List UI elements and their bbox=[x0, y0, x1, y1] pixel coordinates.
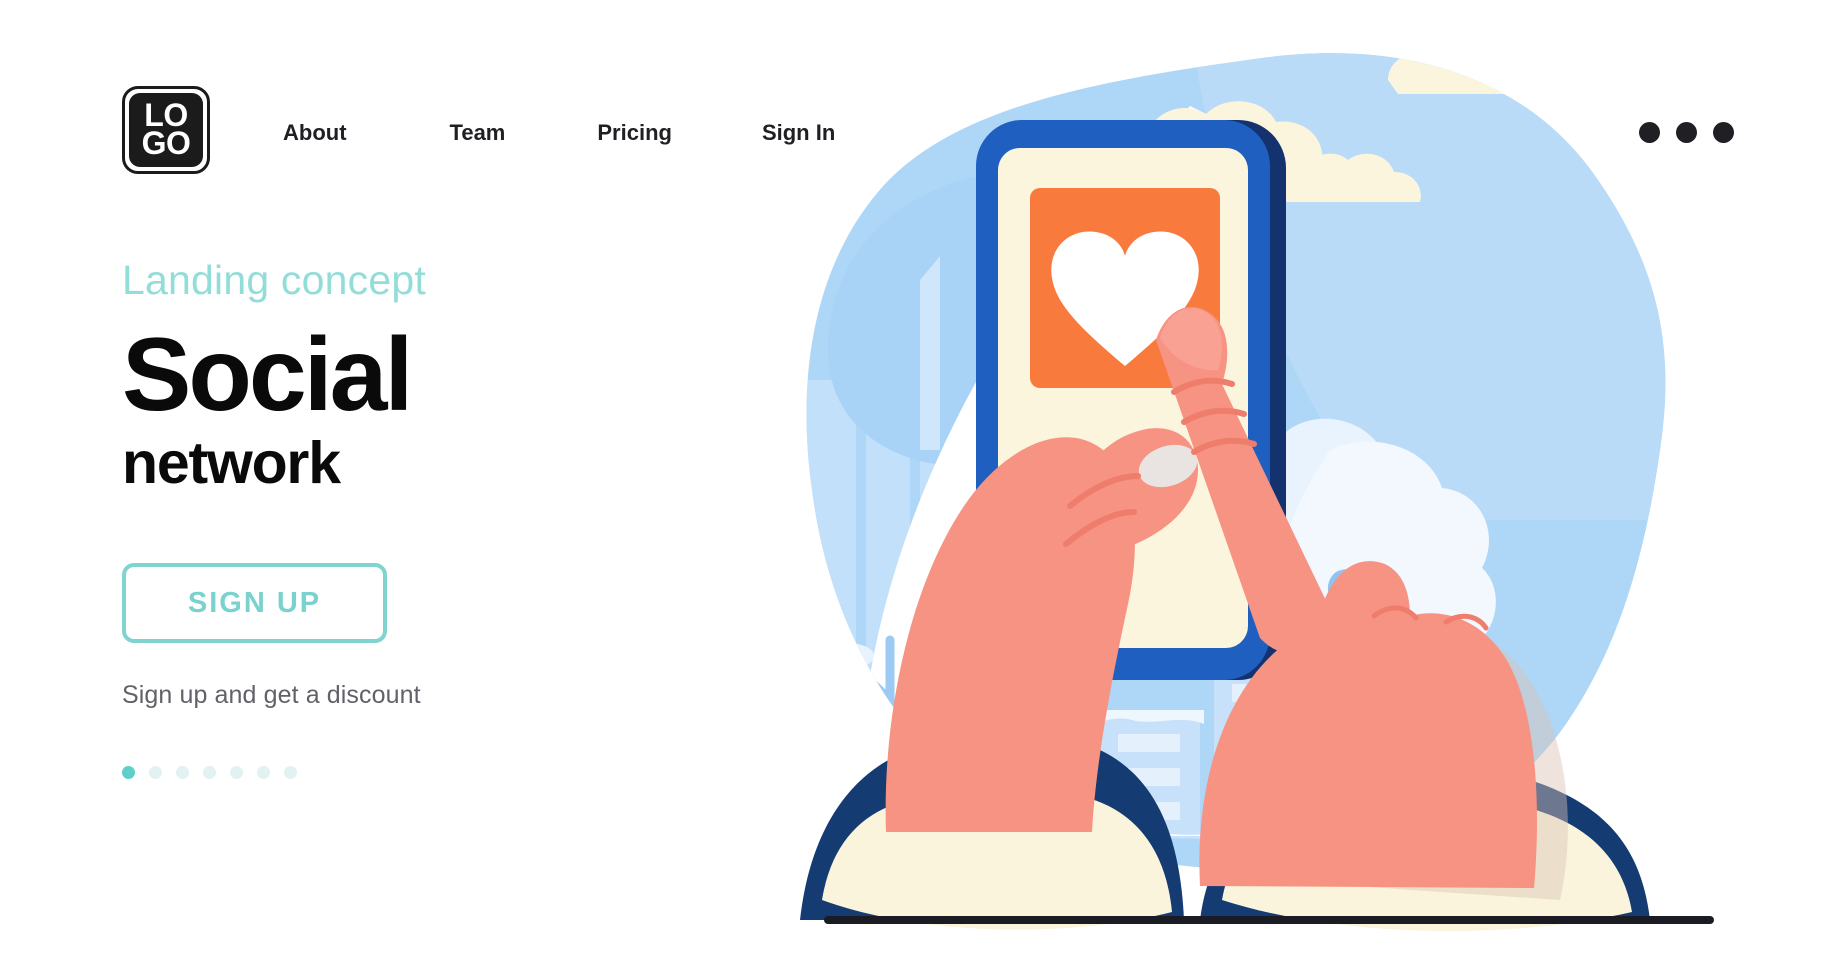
carousel-dot-5[interactable] bbox=[230, 766, 243, 780]
hero-illustration bbox=[770, 20, 1770, 960]
carousel-dot-1[interactable] bbox=[122, 766, 135, 780]
discount-note: Sign up and get a discount bbox=[122, 681, 421, 710]
sign-up-button[interactable]: SIGN UP bbox=[122, 563, 387, 644]
carousel-dot-6[interactable] bbox=[257, 766, 270, 780]
logo-text-line2: GO bbox=[141, 125, 191, 161]
hero-eyebrow: Landing concept bbox=[122, 257, 426, 303]
landing-page: LO GO About Team Pricing Sign In Landing… bbox=[0, 0, 1837, 980]
logo-inner: LO GO bbox=[129, 93, 203, 167]
hero-content: Landing concept Social network SIGN UP S… bbox=[122, 257, 762, 780]
nav-item-about[interactable]: About bbox=[283, 120, 347, 146]
nav-item-team[interactable]: Team bbox=[450, 120, 506, 146]
ground-line bbox=[824, 916, 1714, 924]
foliage-highlight-left bbox=[920, 256, 940, 450]
carousel-dot-3[interactable] bbox=[176, 766, 189, 780]
carousel-dot-7[interactable] bbox=[284, 766, 297, 780]
carousel-dot-4[interactable] bbox=[203, 766, 216, 780]
main-nav: About Team Pricing Sign In bbox=[283, 120, 835, 146]
logo-mark[interactable]: LO GO bbox=[122, 86, 210, 174]
page-subtitle: network bbox=[122, 430, 341, 497]
carousel-dot-2[interactable] bbox=[149, 766, 162, 780]
carousel-indicator bbox=[122, 766, 762, 780]
nav-item-pricing[interactable]: Pricing bbox=[597, 120, 672, 146]
page-title: Social bbox=[122, 317, 413, 434]
